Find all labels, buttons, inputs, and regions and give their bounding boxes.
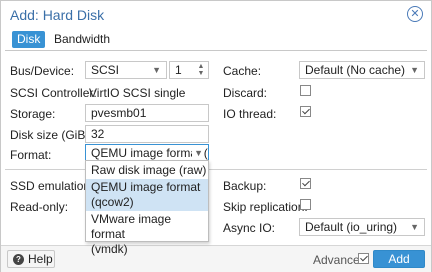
advanced-checkbox[interactable] bbox=[358, 253, 369, 264]
spinner-updown-icon[interactable]: ▲ ▼ bbox=[197, 63, 205, 77]
device-number-spinner[interactable]: 1 ▲ ▼ bbox=[169, 61, 209, 79]
scsi-controller-value: VirtIO SCSI single bbox=[89, 86, 186, 100]
format-option-qcow2-line2: (qcow2) bbox=[91, 195, 134, 209]
format-option-vmdk[interactable]: VMware image format (vmdk) bbox=[86, 211, 208, 256]
chevron-down-icon: ▼ bbox=[152, 65, 161, 75]
storage-value: pvesmb01 bbox=[91, 106, 147, 120]
format-label: Format: bbox=[10, 148, 52, 162]
format-option-vmdk-line1: VMware image format bbox=[91, 212, 172, 241]
cache-label: Cache: bbox=[223, 64, 262, 78]
dialog-title: Add: Hard Disk bbox=[10, 6, 105, 23]
storage-label: Storage: bbox=[10, 107, 56, 121]
io-thread-checkbox[interactable] bbox=[300, 106, 311, 117]
dialog-footer: ? Help Advanced Add bbox=[1, 245, 431, 272]
ssd-emulation-label: SSD emulation: bbox=[10, 179, 94, 193]
read-only-label: Read-only: bbox=[10, 200, 69, 214]
close-icon[interactable]: ✕ bbox=[407, 6, 423, 22]
storage-select[interactable]: pvesmb01 bbox=[85, 104, 209, 122]
discard-label: Discard: bbox=[223, 86, 268, 100]
chevron-down-icon: ▼ bbox=[410, 222, 419, 232]
bus-select[interactable]: SCSI ▼ bbox=[85, 61, 167, 79]
async-io-select[interactable]: Default (io_uring) ▼ bbox=[299, 218, 425, 236]
format-option-qcow2[interactable]: QEMU image format (qcow2) bbox=[86, 179, 208, 211]
disk-size-label: Disk size (GiB): bbox=[10, 128, 93, 142]
backup-checkbox[interactable] bbox=[300, 178, 311, 189]
add-hard-disk-dialog: Add: Hard Disk ✕ Disk Bandwidth Bus/Devi… bbox=[0, 0, 432, 272]
scsi-controller-label: SCSI Controller: bbox=[10, 86, 97, 100]
help-button[interactable]: ? Help bbox=[7, 250, 55, 268]
tab-bar: Disk Bandwidth bbox=[5, 28, 427, 51]
skip-replication-label: Skip replication: bbox=[223, 200, 308, 214]
skip-replication-checkbox[interactable] bbox=[300, 199, 311, 210]
disk-size-value: 32 bbox=[91, 127, 105, 141]
chevron-down-icon: ▼ bbox=[410, 65, 419, 75]
format-dropdown-list: Raw disk image (raw) QEMU image format (… bbox=[85, 160, 209, 256]
add-button[interactable]: Add bbox=[373, 250, 425, 268]
cache-select[interactable]: Default (No cache) ▼ bbox=[299, 61, 425, 79]
bus-device-label: Bus/Device: bbox=[10, 64, 75, 78]
cache-value: Default (No cache) bbox=[305, 63, 406, 77]
add-button-label: Add bbox=[388, 252, 410, 266]
section-divider bbox=[5, 169, 427, 170]
format-option-vmdk-line2: (vmdk) bbox=[91, 242, 128, 256]
tab-disk[interactable]: Disk bbox=[12, 31, 46, 48]
chevron-down-icon: ▼ bbox=[192, 145, 203, 161]
disk-size-input[interactable]: 32 bbox=[85, 125, 209, 143]
format-option-qcow2-line1: QEMU image format bbox=[91, 180, 201, 194]
io-thread-label: IO thread: bbox=[223, 107, 277, 121]
format-option-raw[interactable]: Raw disk image (raw) bbox=[86, 162, 208, 179]
help-circle-icon: ? bbox=[13, 253, 24, 265]
async-io-value: Default (io_uring) bbox=[305, 220, 398, 234]
backup-label: Backup: bbox=[223, 179, 267, 193]
bus-value: SCSI bbox=[91, 63, 120, 77]
async-io-label: Async IO: bbox=[223, 221, 276, 235]
tab-bandwidth[interactable]: Bandwidth bbox=[49, 31, 115, 48]
help-button-label: Help bbox=[28, 252, 53, 266]
device-number-value: 1 bbox=[175, 63, 182, 77]
discard-checkbox[interactable] bbox=[300, 85, 311, 96]
dialog-titlebar: Add: Hard Disk ✕ bbox=[1, 1, 431, 28]
